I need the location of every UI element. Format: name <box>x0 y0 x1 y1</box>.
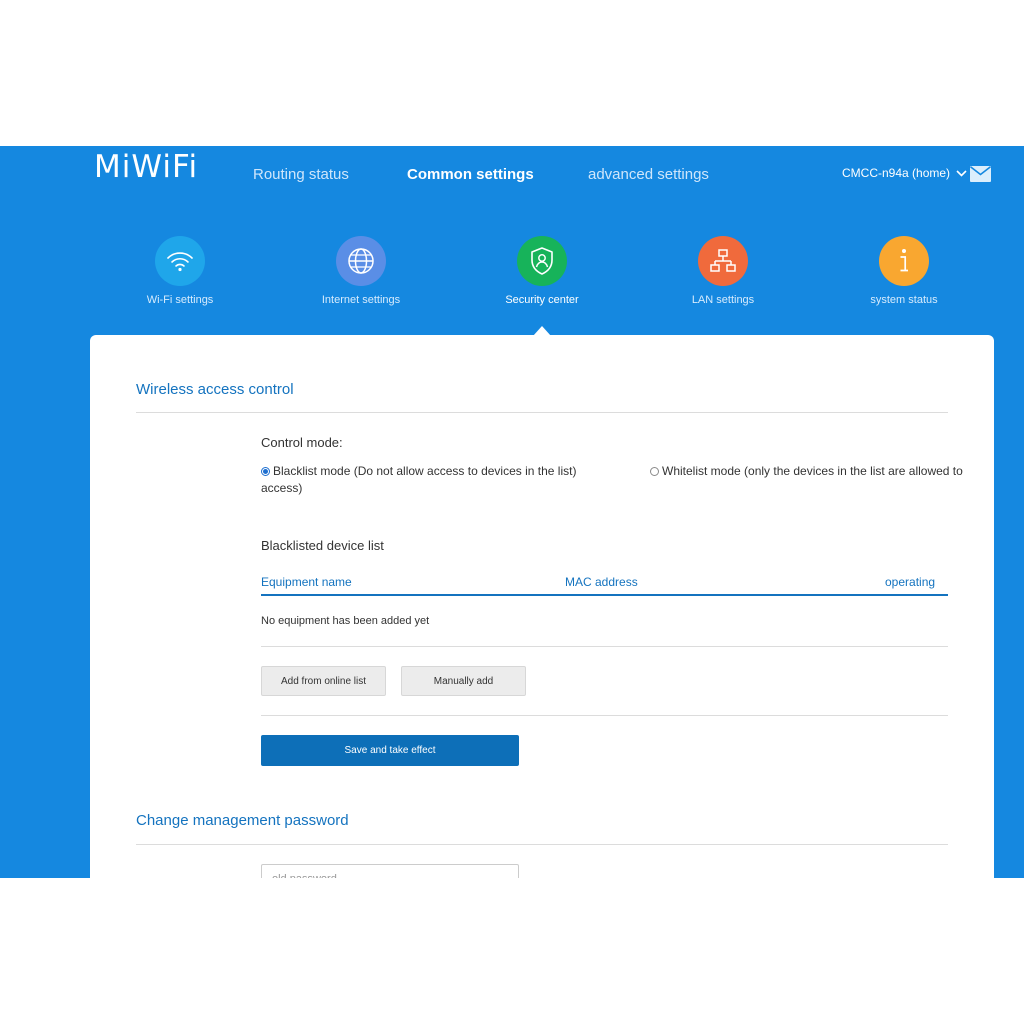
tile-circle <box>336 236 386 286</box>
save-and-take-effect-button[interactable]: Save and take effect <box>261 735 519 766</box>
tile-circle <box>517 236 567 286</box>
tile-label: system status <box>870 294 938 306</box>
nav-common-settings[interactable]: Common settings <box>407 166 534 183</box>
column-operating: operating <box>885 575 936 589</box>
tile-circle <box>698 236 748 286</box>
blacklist-mode-text: Blacklist mode (Do not allow access to d… <box>273 464 577 478</box>
tile-label: Wi-Fi settings <box>146 294 214 306</box>
network-icon <box>710 249 736 272</box>
whitelist-mode-text: Whitelist mode (only the devices in the … <box>662 464 963 478</box>
router-selector[interactable]: CMCC-n94a (home) <box>842 166 967 180</box>
table-divider <box>261 646 948 647</box>
column-equipment-name: Equipment name <box>261 575 352 589</box>
buttons-divider <box>261 715 948 716</box>
tile-internet-settings[interactable]: Internet settings <box>301 236 421 306</box>
wifi-icon <box>167 252 193 272</box>
tile-circle <box>879 236 929 286</box>
wireless-access-title: Wireless access control <box>136 381 294 398</box>
nav-advanced-settings[interactable]: advanced settings <box>588 166 709 183</box>
section-divider <box>136 844 948 845</box>
whitelist-mode-option[interactable]: Whitelist mode (only the devices in the … <box>650 463 963 480</box>
tile-label: LAN settings <box>691 294 755 306</box>
tile-circle <box>155 236 205 286</box>
info-icon <box>900 249 908 272</box>
router-name: CMCC-n94a (home) <box>842 166 951 180</box>
chevron-down-icon <box>956 169 967 177</box>
content-panel: Wireless access control Control mode: Bl… <box>90 335 994 878</box>
manually-add-button[interactable]: Manually add <box>401 666 526 696</box>
tile-security-center[interactable]: Security center <box>482 236 602 306</box>
old-password-input[interactable] <box>261 864 519 878</box>
router-admin-app: MiWiFi Routing status Common settings ad… <box>0 146 1024 878</box>
tile-system-status[interactable]: system status <box>844 236 964 306</box>
globe-icon <box>348 248 374 274</box>
blacklist-mode-text-cont: access) <box>261 481 303 495</box>
mail-icon[interactable] <box>970 166 991 182</box>
miwifi-logo: MiWiFi <box>94 149 199 185</box>
tile-lan-settings[interactable]: LAN settings <box>663 236 783 306</box>
control-mode-label: Control mode: <box>261 435 343 450</box>
empty-list-text: No equipment has been added yet <box>261 615 430 627</box>
add-from-online-list-button[interactable]: Add from online list <box>261 666 386 696</box>
whitelist-radio[interactable] <box>650 467 659 476</box>
section-divider <box>136 412 948 413</box>
blacklist-radio[interactable] <box>261 467 270 476</box>
blacklist-list-title: Blacklisted device list <box>261 538 384 553</box>
blacklist-mode-option[interactable]: Blacklist mode (Do not allow access to d… <box>261 463 591 497</box>
change-password-title: Change management password <box>136 812 349 829</box>
nav-routing-status[interactable]: Routing status <box>253 166 349 183</box>
tile-label: Internet settings <box>321 294 401 306</box>
table-header-underline <box>261 594 948 596</box>
tile-wifi-settings[interactable]: Wi-Fi settings <box>120 236 240 306</box>
shield-icon <box>531 247 553 275</box>
tile-label: Security center <box>505 294 579 306</box>
column-mac-address: MAC address <box>565 575 638 589</box>
